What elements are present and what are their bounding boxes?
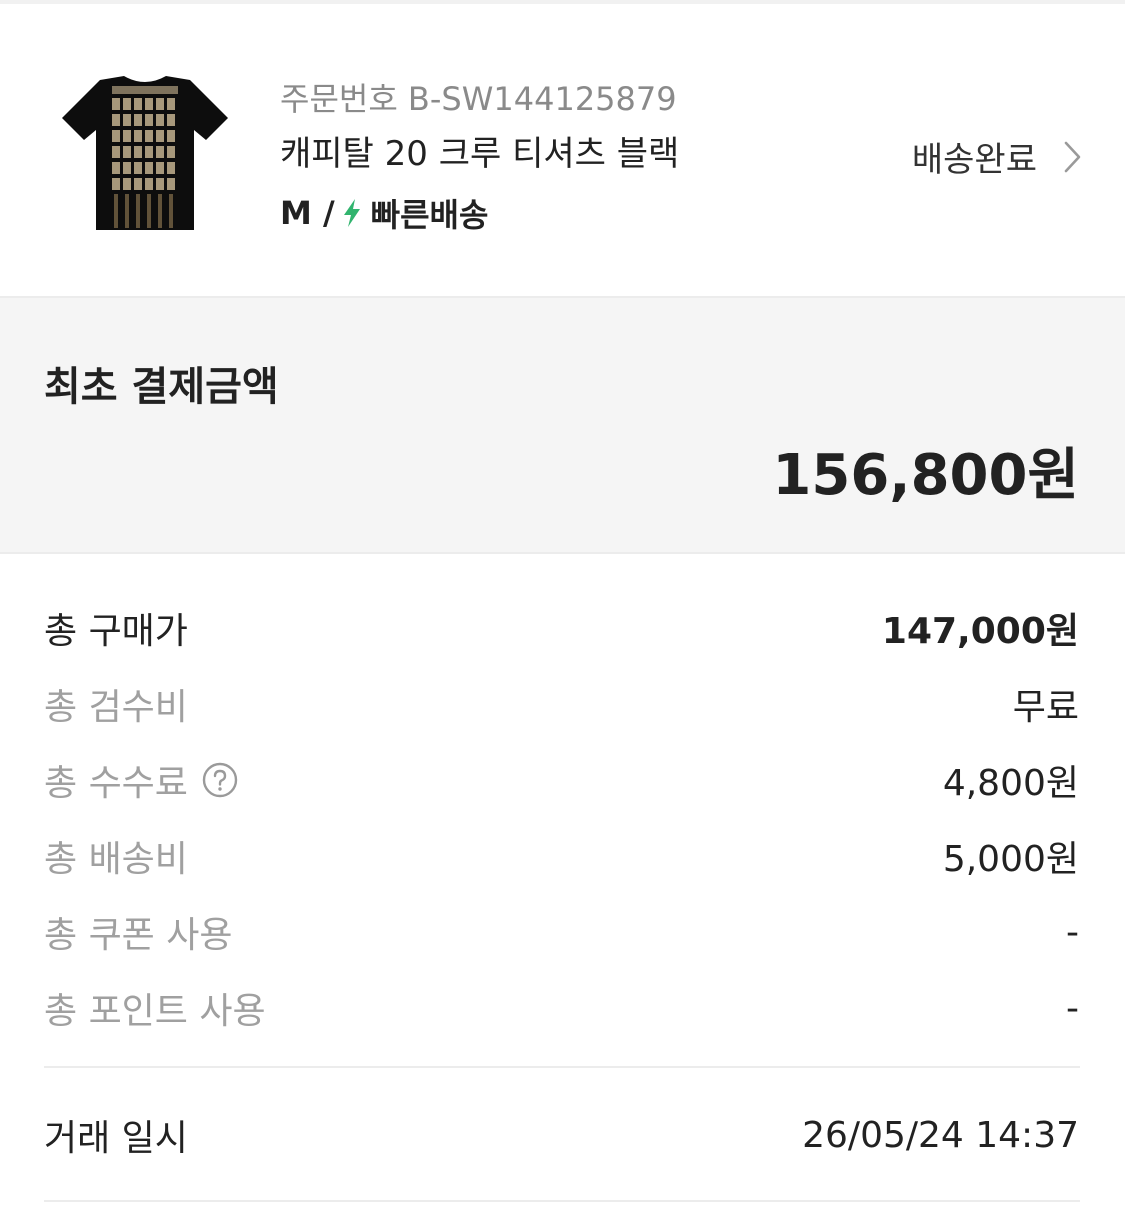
breakdown-row-shipping-fee: 총 배송비 5,000원 <box>44 818 1079 894</box>
size-label: M / <box>280 194 335 232</box>
trade-datetime-row: 거래 일시 26/05/24 14:37 <box>44 1100 1079 1170</box>
bottom-divider <box>44 1200 1080 1202</box>
breakdown-label: 총 구매가 <box>44 611 188 652</box>
lightning-bolt-icon <box>343 199 360 227</box>
breakdown-value: 무료 <box>1012 687 1079 728</box>
delivery-status-label: 배송완료 <box>911 140 1037 180</box>
breakdown-value: 147,000원 <box>881 611 1079 652</box>
breakdown-value: - <box>1066 911 1079 953</box>
product-options: M / 빠른배송 <box>280 190 488 236</box>
commission-label-text: 총 수수료 <box>44 763 188 804</box>
product-summary[interactable]: 주문번호 B-SW144125879 캐피탈 20 크루 티셔츠 블랙 M / … <box>0 4 1125 296</box>
breakdown-label: 총 포인트 사용 <box>44 991 266 1032</box>
breakdown-row-purchase-price: 총 구매가 147,000원 <box>44 590 1079 666</box>
breakdown-row-commission: 총 수수료 4,800원 <box>44 742 1079 818</box>
section-divider <box>44 1066 1080 1068</box>
initial-payment-amount: 156,800원 <box>772 443 1079 508</box>
breakdown-row-inspection-fee: 총 검수비 무료 <box>44 666 1079 742</box>
initial-payment-section: 최초 결제금액 156,800원 <box>0 296 1125 554</box>
trade-datetime-value: 26/05/24 14:37 <box>802 1114 1079 1156</box>
help-icon[interactable] <box>202 762 238 798</box>
breakdown-label: 총 배송비 <box>44 839 188 880</box>
trade-datetime-label: 거래 일시 <box>44 1118 188 1159</box>
initial-payment-title: 최초 결제금액 <box>44 364 279 410</box>
product-thumbnail <box>62 76 228 230</box>
breakdown-label: 총 검수비 <box>44 687 188 728</box>
breakdown-label: 총 수수료 <box>44 754 238 806</box>
breakdown-value: 5,000원 <box>942 839 1079 880</box>
delivery-type-label: 빠른배송 <box>370 196 489 234</box>
breakdown-row-coupon: 총 쿠폰 사용 - <box>44 894 1079 970</box>
order-number: 주문번호 B-SW144125879 <box>280 80 677 118</box>
breakdown-label: 총 쿠폰 사용 <box>44 915 233 956</box>
breakdown-value: - <box>1066 987 1079 1029</box>
chevron-right-icon <box>1064 141 1081 172</box>
payment-breakdown: 총 구매가 147,000원 총 검수비 무료 총 수수료 4,800원 총 배… <box>44 590 1079 1046</box>
delivery-status-link[interactable]: 배송완료 <box>912 132 1083 181</box>
breakdown-row-points: 총 포인트 사용 - <box>44 970 1079 1046</box>
product-name: 캐피탈 20 크루 티셔츠 블랙 <box>280 134 680 174</box>
breakdown-value: 4,800원 <box>942 763 1079 804</box>
